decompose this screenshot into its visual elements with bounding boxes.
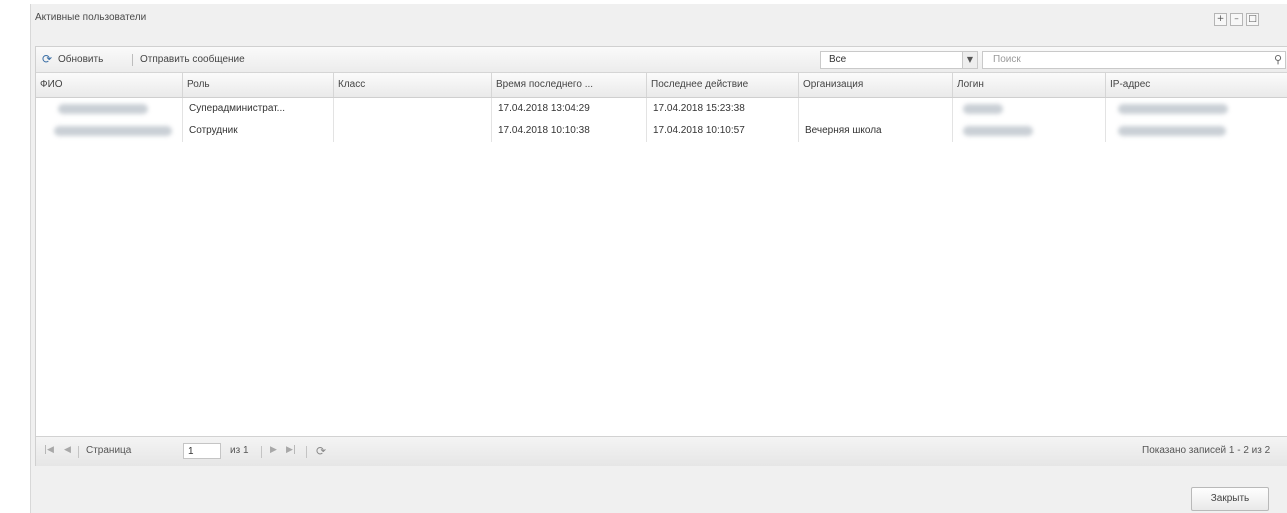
- grid-header: ФИО Роль Класс Время последнего ... Посл…: [36, 73, 1287, 98]
- maximize-icon[interactable]: +: [1214, 13, 1227, 26]
- blurred-ip: [1118, 104, 1228, 114]
- last-page-icon[interactable]: ▶|: [286, 445, 296, 455]
- search-placeholder: Поиск: [993, 54, 1021, 65]
- cell-login: [953, 120, 1106, 142]
- close-button[interactable]: Закрыть: [1191, 487, 1269, 511]
- cell-last-action: 17.04.2018 10:10:57: [647, 120, 799, 142]
- cell-fio: [36, 98, 183, 120]
- column-header-login[interactable]: Логин: [953, 73, 1106, 97]
- chevron-down-icon[interactable]: ▼: [962, 52, 977, 68]
- search-icon[interactable]: ⚲: [1274, 53, 1282, 66]
- first-page-icon[interactable]: |◀: [44, 445, 54, 455]
- page-label: Страница: [86, 445, 132, 456]
- blurred-login: [963, 126, 1033, 136]
- cell-last-time: 17.04.2018 10:10:38: [492, 120, 647, 142]
- blurred-name: [58, 104, 148, 114]
- search-input[interactable]: Поиск ⚲: [982, 51, 1286, 69]
- cell-role: Суперадминистрат...: [183, 98, 334, 120]
- column-header-class[interactable]: Класс: [334, 73, 492, 97]
- users-panel: ⟳ Обновить Отправить сообщение Все ▼ Пои…: [35, 46, 1287, 466]
- cell-ip: [1106, 120, 1287, 142]
- column-header-last-time[interactable]: Время последнего ...: [492, 73, 647, 97]
- paging-divider: [78, 446, 79, 458]
- send-message-button[interactable]: Отправить сообщение: [140, 54, 245, 65]
- page-number-input[interactable]: [183, 443, 221, 459]
- page-count-label: из 1: [230, 445, 249, 456]
- filter-select[interactable]: Все ▼: [820, 51, 978, 69]
- cell-fio: [36, 120, 183, 142]
- column-header-role[interactable]: Роль: [183, 73, 334, 97]
- toolbar-divider: [132, 54, 133, 66]
- records-summary: Показано записей 1 - 2 из 2: [1142, 445, 1271, 456]
- title-bar: Активные пользователи + – □: [31, 4, 1287, 32]
- active-users-window: Активные пользователи + – □ ⟳ Обновить О…: [30, 4, 1287, 513]
- filter-select-value: Все: [829, 54, 847, 65]
- cell-organization: Вечерняя школа: [799, 120, 953, 142]
- column-header-fio[interactable]: ФИО: [36, 73, 183, 97]
- column-header-organization[interactable]: Организация: [799, 73, 953, 97]
- refresh-icon[interactable]: ⟳: [42, 53, 54, 65]
- blurred-name: [54, 126, 172, 136]
- cell-role: Сотрудник: [183, 120, 334, 142]
- window-title: Активные пользователи: [35, 12, 147, 23]
- blurred-login: [963, 104, 1003, 114]
- refresh-icon[interactable]: ⟳: [316, 445, 328, 457]
- cell-last-time: 17.04.2018 13:04:29: [492, 98, 647, 120]
- cell-login: [953, 98, 1106, 120]
- refresh-button[interactable]: Обновить: [58, 54, 103, 65]
- prev-page-icon[interactable]: ◀: [64, 445, 71, 455]
- cell-class: [334, 98, 492, 120]
- paging-divider: [306, 446, 307, 458]
- paging-toolbar: |◀ ◀ Страница из 1 ▶ ▶| ⟳ Показано запис…: [36, 436, 1287, 466]
- cell-organization: [799, 98, 953, 120]
- column-header-last-action[interactable]: Последнее действие: [647, 73, 799, 97]
- cell-ip: [1106, 98, 1287, 120]
- blurred-ip: [1118, 126, 1226, 136]
- cell-class: [334, 120, 492, 142]
- minimize-icon[interactable]: –: [1230, 13, 1243, 26]
- paging-divider: [261, 446, 262, 458]
- table-row[interactable]: Сотрудник 17.04.2018 10:10:38 17.04.2018…: [36, 120, 1287, 142]
- grid-toolbar: ⟳ Обновить Отправить сообщение Все ▼ Пои…: [36, 47, 1287, 73]
- column-header-ip[interactable]: IP-адрес: [1106, 73, 1287, 97]
- next-page-icon[interactable]: ▶: [270, 445, 277, 455]
- table-row[interactable]: Суперадминистрат... 17.04.2018 13:04:29 …: [36, 98, 1287, 120]
- restore-icon[interactable]: □: [1246, 13, 1259, 26]
- cell-last-action: 17.04.2018 15:23:38: [647, 98, 799, 120]
